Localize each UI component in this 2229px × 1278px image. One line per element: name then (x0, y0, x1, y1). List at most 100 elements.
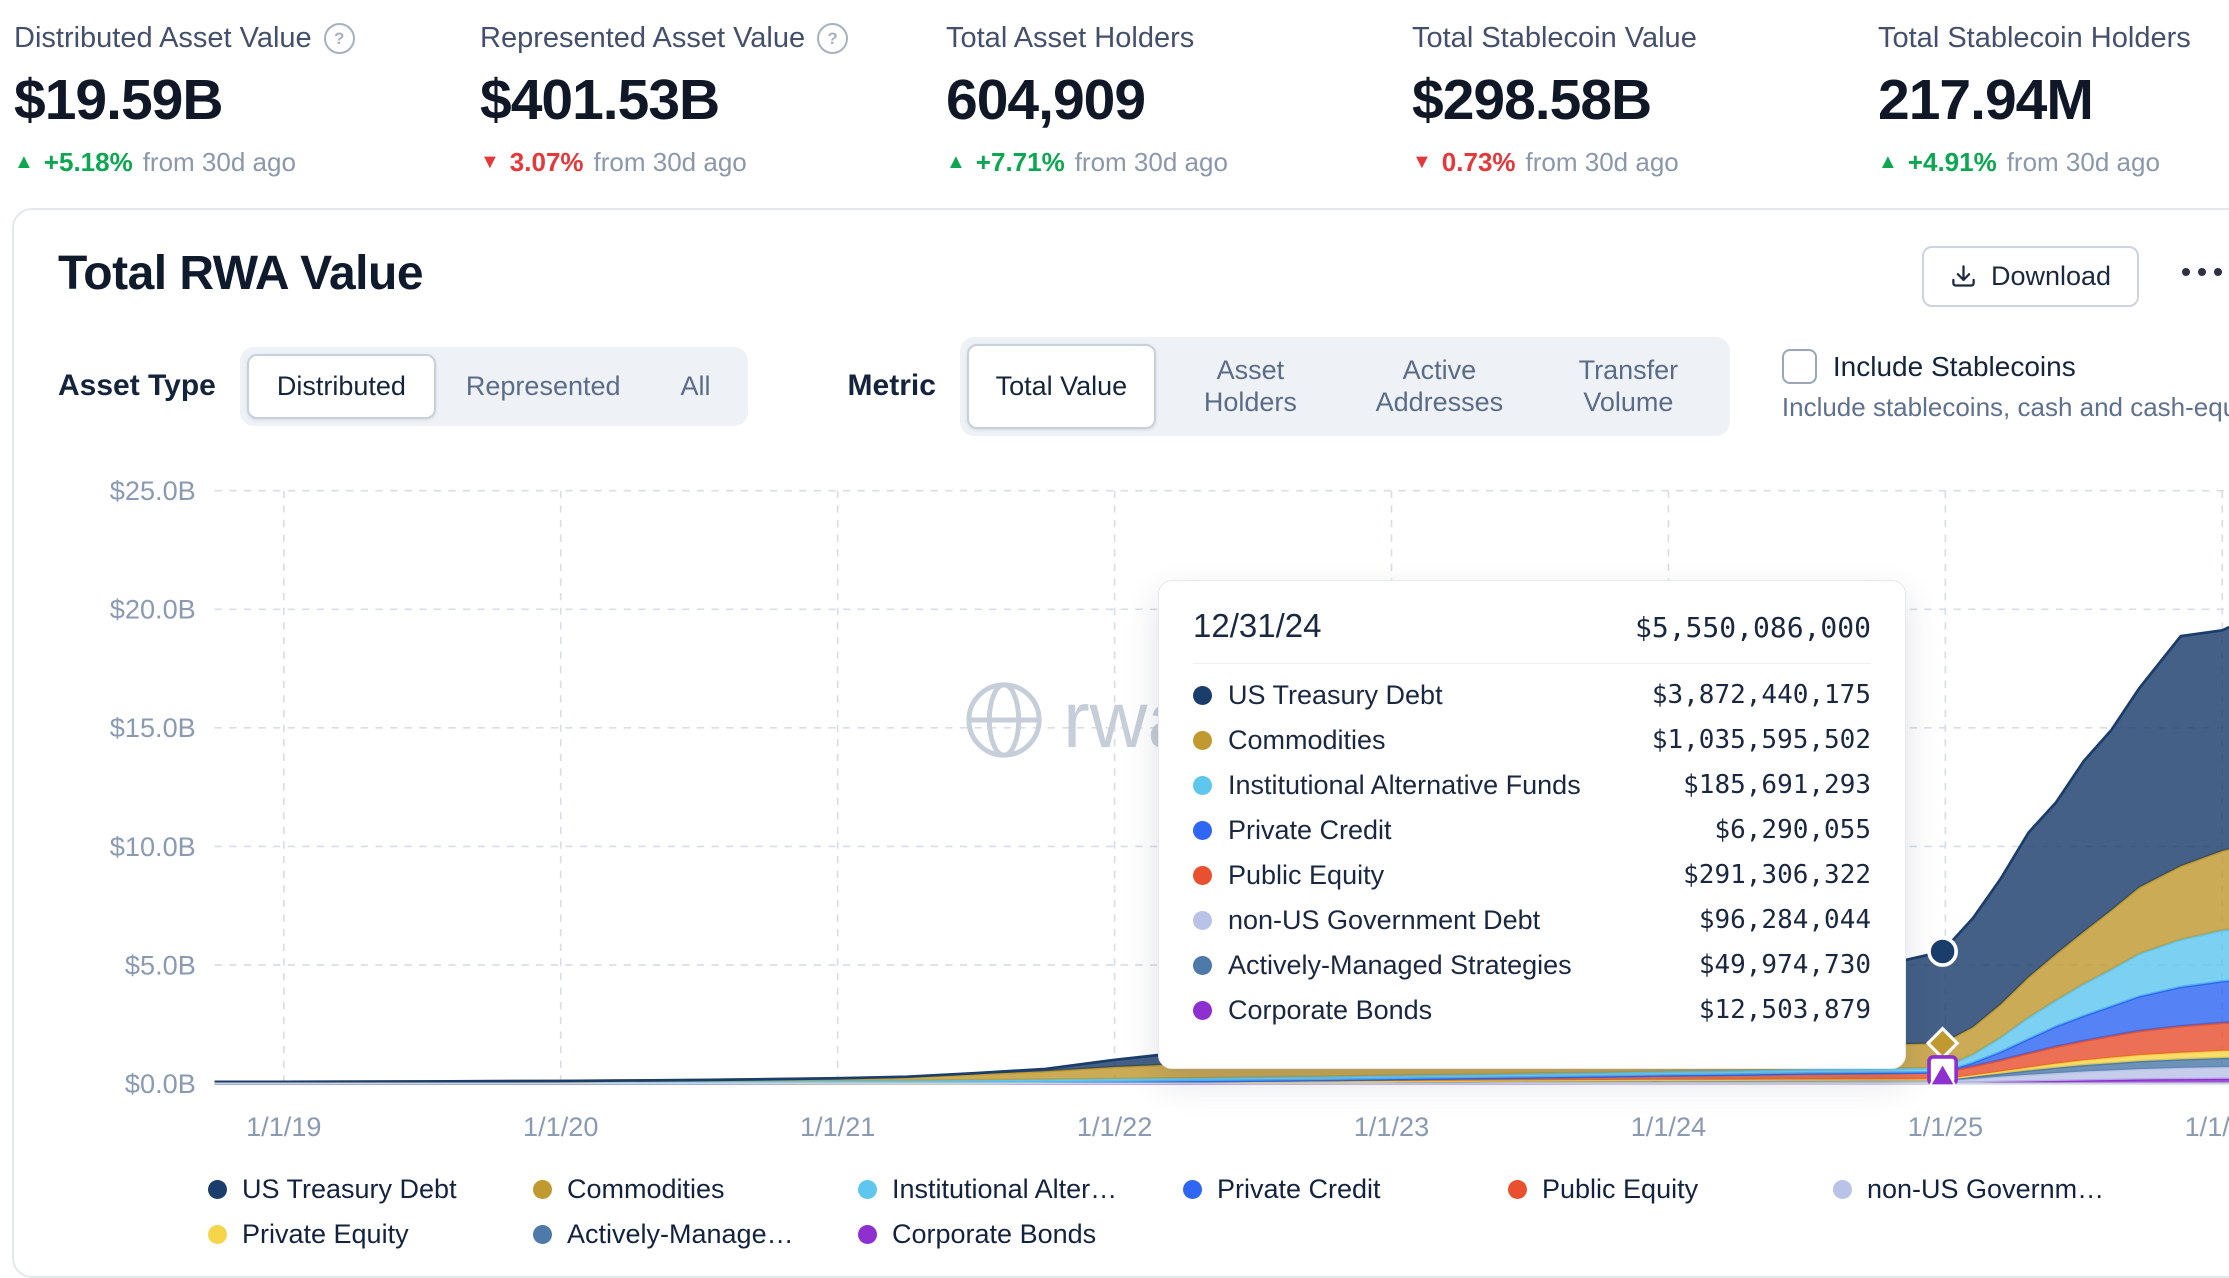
legend-color-dot (533, 1180, 552, 1199)
legend-item[interactable]: Actively-Manage… (533, 1219, 858, 1250)
arrow-down-icon: ▼ (1412, 151, 1432, 174)
legend-color-dot (208, 1225, 227, 1244)
legend-color-dot (858, 1225, 877, 1244)
svg-text:$5.0B: $5.0B (125, 949, 196, 980)
svg-text:$0.0B: $0.0B (125, 1068, 196, 1099)
svg-text:1/1/21: 1/1/21 (800, 1111, 875, 1142)
series-color-dot (1193, 731, 1212, 750)
tooltip-row: Actively-Managed Strategies$49,974,730 (1193, 950, 1871, 981)
series-color-dot (1193, 1001, 1212, 1020)
tooltip-row: Corporate Bonds$12,503,879 (1193, 995, 1871, 1026)
chart-legend: US Treasury Debt Commodities Institutional… (208, 1174, 2229, 1250)
legend-item[interactable]: Institutional Alter… (858, 1174, 1183, 1205)
metric-option-transfer-volume[interactable]: Transfer Volume (1534, 344, 1723, 429)
tooltip-total: $5,550,086,000 (1635, 611, 1871, 644)
metric-segmented-control: Total ValueAsset HoldersActive Addresses… (960, 337, 1730, 436)
tooltip-series-name: Commodities (1228, 725, 1386, 756)
download-button[interactable]: Download (1922, 246, 2139, 307)
legend-label: Private Credit (1217, 1174, 1381, 1205)
card-title: Total RWA Value (58, 246, 2229, 301)
stat-value: 217.94M (1878, 67, 2229, 133)
asset-type-option-distributed[interactable]: Distributed (247, 354, 436, 418)
arrow-down-icon: ▼ (480, 151, 500, 174)
legend-item[interactable]: Corporate Bonds (858, 1219, 1183, 1250)
legend-item[interactable]: Public Equity (1508, 1174, 1833, 1205)
stat-label: Total Stablecoin Value (1412, 22, 1697, 55)
metric-label: Metric (848, 369, 936, 403)
download-label: Download (1991, 261, 2111, 292)
legend-item[interactable]: Private Equity (208, 1219, 533, 1250)
tooltip-row: Private Credit$6,290,055 (1193, 815, 1871, 846)
legend-label: Actively-Manage… (567, 1219, 794, 1250)
chart-area: rwa.xyz $0.0B$5.0B$10.0B$15.0B$20.0B$25.… (58, 474, 2229, 1150)
chart-tooltip: 12/31/24 $5,550,086,000 US Treasury Debt… (1158, 580, 1906, 1069)
legend-color-dot (533, 1225, 552, 1244)
tooltip-series-name: non-US Government Debt (1228, 905, 1540, 936)
include-stablecoins-description: Include stablecoins, cash and cash-equiv… (1782, 392, 2229, 423)
tooltip-series-name: Public Equity (1228, 860, 1384, 891)
stat-card: Total Asset Holders604,909▲+7.71%from 30… (946, 22, 1412, 178)
metric-option-active-addresses[interactable]: Active Addresses (1345, 344, 1534, 429)
asset-type-segmented-control: DistributedRepresentedAll (240, 347, 748, 425)
legend-item[interactable]: non-US Governm… (1833, 1174, 2158, 1205)
svg-text:1/1/25: 1/1/25 (1908, 1111, 1983, 1142)
stat-label: Distributed Asset Value (14, 22, 312, 55)
tooltip-series-value: $96,284,044 (1699, 905, 1871, 935)
help-icon[interactable]: ? (324, 23, 355, 54)
total-rwa-value-card: Total RWA Value Download Asset Type Dist… (12, 208, 2229, 1278)
help-icon[interactable]: ? (817, 23, 848, 54)
tooltip-row: Institutional Alternative Funds$185,691,… (1193, 770, 1871, 801)
svg-text:1/1/23: 1/1/23 (1354, 1111, 1429, 1142)
asset-type-option-all[interactable]: All (651, 354, 741, 418)
tooltip-date: 12/31/24 (1193, 607, 1321, 645)
tooltip-series-name: Corporate Bonds (1228, 995, 1432, 1026)
metric-option-asset-holders[interactable]: Asset Holders (1156, 344, 1345, 429)
arrow-up-icon: ▲ (1878, 151, 1898, 174)
legend-item[interactable]: US Treasury Debt (208, 1174, 533, 1205)
stat-card: Distributed Asset Value?$19.59B▲+5.18%fr… (14, 22, 480, 178)
legend-label: Commodities (567, 1174, 725, 1205)
series-color-dot (1193, 776, 1212, 795)
tooltip-rows: US Treasury Debt$3,872,440,175 Commoditie… (1193, 680, 1871, 1026)
asset-type-label: Asset Type (58, 369, 216, 403)
tooltip-series-value: $291,306,322 (1683, 860, 1871, 890)
legend-color-dot (1183, 1180, 1202, 1199)
legend-label: Institutional Alter… (892, 1174, 1117, 1205)
stat-value: 604,909 (946, 67, 1412, 133)
legend-label: Corporate Bonds (892, 1219, 1096, 1250)
stat-delta: ▲ +5.18% from 30d ago (14, 147, 480, 178)
svg-text:1/1/20: 1/1/20 (523, 1111, 598, 1142)
stat-delta: ▼0.73%from 30d ago (1412, 147, 1878, 178)
stat-delta-period: from 30d ago (143, 147, 296, 178)
svg-text:1/1/26: 1/1/26 (2185, 1111, 2229, 1142)
legend-item[interactable]: Commodities (533, 1174, 858, 1205)
tooltip-row: US Treasury Debt$3,872,440,175 (1193, 680, 1871, 711)
tooltip-row: non-US Government Debt $96,284,044 (1193, 905, 1871, 936)
legend-item[interactable]: Private Credit (1183, 1174, 1508, 1205)
include-stablecoins-label: Include Stablecoins (1833, 351, 2076, 383)
asset-type-option-represented[interactable]: Represented (436, 354, 651, 418)
stat-delta-period: from 30d ago (1075, 147, 1228, 178)
svg-text:1/1/24: 1/1/24 (1631, 1111, 1706, 1142)
stat-delta-percent: 3.07% (510, 147, 584, 178)
tooltip-series-value: $1,035,595,502 (1652, 725, 1871, 755)
tooltip-row: Commodities $1,035,595,502 (1193, 725, 1871, 756)
tooltip-row: Public Equity $291,306,322 (1193, 860, 1871, 891)
tooltip-series-value: $49,974,730 (1699, 950, 1871, 980)
metric-option-total-value[interactable]: Total Value (967, 344, 1156, 429)
stats-row: Distributed Asset Value?$19.59B▲+5.18%fr… (0, 0, 2229, 178)
legend-label: Public Equity (1542, 1174, 1698, 1205)
series-color-dot (1193, 821, 1212, 840)
stat-delta-period: from 30d ago (1526, 147, 1679, 178)
svg-text:$20.0B: $20.0B (110, 593, 196, 624)
stat-card: Total Stablecoin Value$298.58B▼0.73%from… (1412, 22, 1878, 178)
more-options-icon[interactable] (2182, 268, 2222, 276)
tooltip-series-value: $3,872,440,175 (1652, 680, 1871, 710)
arrow-up-icon: ▲ (14, 151, 34, 174)
tooltip-series-value: $185,691,293 (1683, 770, 1871, 800)
include-stablecoins-checkbox[interactable] (1782, 349, 1817, 384)
series-color-dot (1193, 911, 1212, 930)
stat-delta-percent: +5.18% (44, 147, 133, 178)
stat-value: $401.53B (480, 67, 946, 133)
include-stablecoins-block: Include Stablecoins Include stablecoins,… (1782, 349, 2229, 423)
